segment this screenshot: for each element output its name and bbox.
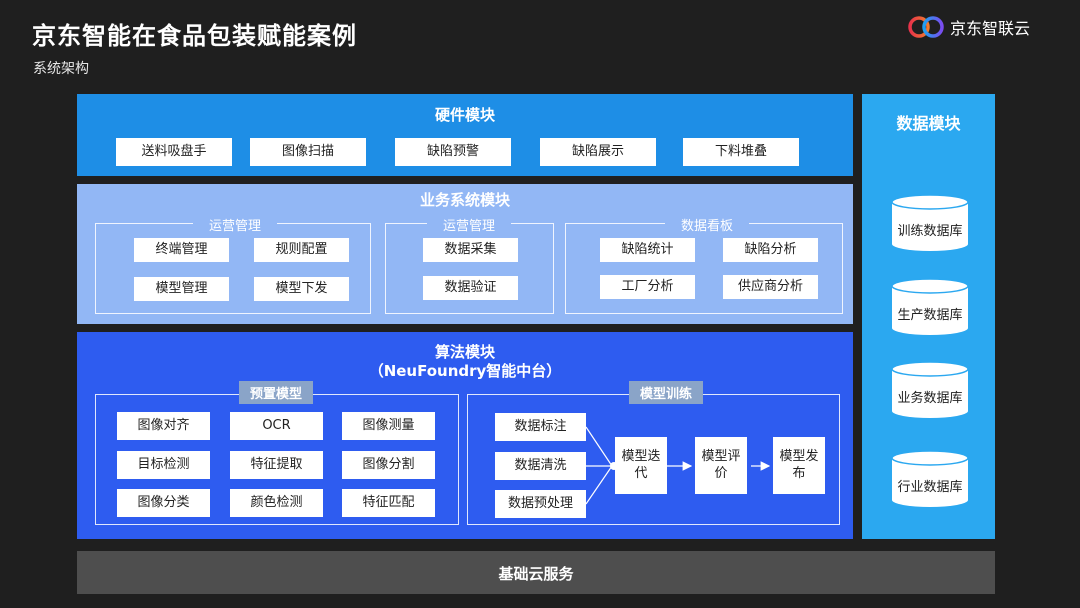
training-step-box: 模型发布 [773, 437, 825, 494]
hardware-module: 硬件模块 送料吸盘手 图像扫描 缺陷预警 缺陷展示 下料堆叠 [77, 94, 853, 176]
database-label: 业务数据库 [897, 391, 963, 406]
hardware-item: 下料堆叠 [683, 138, 799, 166]
data-module: 数据模块 训练数据库 生产数据库 业务数据库 行业数据库 [862, 94, 995, 539]
database-icon: 行业数据库 [891, 450, 969, 508]
database-icon: 训练数据库 [891, 194, 969, 252]
training-input-item: 数据清洗 [495, 452, 586, 480]
training-flow-arrows [585, 426, 771, 505]
base-cloud-services-title: 基础云服务 [498, 565, 574, 583]
business-item: 工厂分析 [600, 275, 695, 299]
business-group-frame [565, 223, 843, 314]
database-icon: 业务数据库 [891, 361, 969, 419]
business-item: 缺陷统计 [600, 238, 695, 262]
hardware-item: 缺陷展示 [540, 138, 656, 166]
hardware-module-title: 硬件模块 [434, 106, 495, 124]
business-item: 规则配置 [254, 238, 349, 262]
page-title: 京东智能在食品包装赋能案例 [32, 22, 357, 50]
business-group-label: 运营管理 [193, 215, 277, 234]
business-item: 模型下发 [254, 277, 349, 301]
base-cloud-services: 基础云服务 [77, 551, 995, 594]
business-group-label: 数据看板 [665, 215, 749, 234]
training-input-item: 数据预处理 [495, 490, 586, 518]
brand-logo: 京东智联云 [906, 14, 1030, 40]
business-item: 模型管理 [134, 277, 229, 301]
hardware-item: 缺陷预警 [395, 138, 511, 166]
logo-text: 京东智联云 [950, 19, 1031, 38]
business-item: 缺陷分析 [723, 238, 818, 262]
business-item: 数据采集 [423, 238, 518, 262]
business-group-frame [385, 223, 554, 314]
training-step-box: 模型迭代 [615, 437, 667, 494]
business-group-label: 运营管理 [427, 215, 511, 234]
business-item: 数据验证 [423, 276, 518, 300]
page-subtitle: 系统架构 [33, 61, 89, 77]
business-module: 业务系统模块 运营管理 终端管理 规则配置 模型管理 模型下发 运营管理 数据采… [77, 184, 853, 324]
training-input-item: 数据标注 [495, 413, 586, 441]
business-item: 供应商分析 [723, 275, 818, 299]
database-label: 训练数据库 [897, 224, 963, 239]
business-module-title: 业务系统模块 [419, 191, 510, 209]
database-label: 生产数据库 [897, 308, 963, 323]
data-module-title: 数据模块 [896, 114, 961, 133]
database-icon: 生产数据库 [891, 278, 969, 336]
hardware-item: 送料吸盘手 [116, 138, 232, 166]
jd-cloud-logo-icon [908, 16, 944, 38]
database-label: 行业数据库 [897, 480, 963, 495]
training-step-box: 模型评价 [695, 437, 747, 494]
business-item: 终端管理 [134, 238, 229, 262]
algorithm-module: 算法模块 （NeuFoundry智能中台） 预置模型 图像对齐 OCR 图像测量… [77, 332, 853, 539]
hardware-item: 图像扫描 [250, 138, 366, 166]
